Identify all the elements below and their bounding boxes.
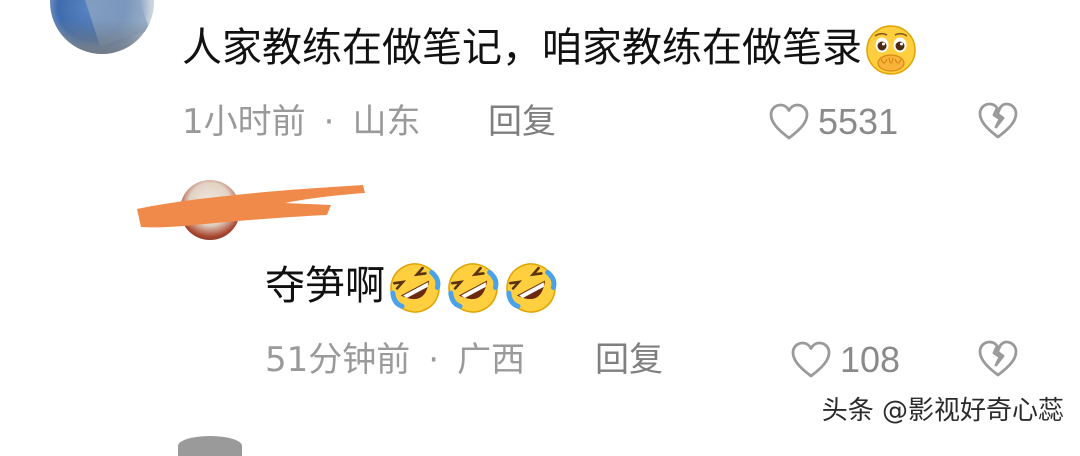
commenter-avatar[interactable] bbox=[50, 0, 154, 54]
comment-like-button[interactable]: 5531 bbox=[768, 100, 898, 144]
reply-text: 夺笋啊 bbox=[265, 258, 559, 316]
avatar-shadow bbox=[50, 20, 154, 54]
comment-meta: 1小时前 · 山东 bbox=[182, 100, 420, 144]
comment-like-count: 5531 bbox=[818, 101, 899, 142]
comment-text: 人家教练在做笔记，咱家教练在做笔录 bbox=[182, 22, 918, 77]
broken-heart-icon[interactable] bbox=[976, 338, 1020, 380]
watermark: 头条 @影视好奇心蕊 bbox=[821, 396, 1064, 426]
broken-heart-icon[interactable] bbox=[976, 100, 1020, 142]
reply-location: 广西 bbox=[457, 340, 526, 380]
heart-outline-icon bbox=[790, 340, 832, 380]
rolling-laughing-emoji bbox=[390, 263, 441, 313]
meta-separator: · bbox=[428, 340, 440, 380]
next-commenter-avatar[interactable] bbox=[178, 436, 242, 456]
username-redaction bbox=[137, 185, 365, 228]
rolling-laughing-emoji bbox=[448, 263, 499, 313]
comment-time: 1小时前 bbox=[182, 102, 306, 142]
comment-reply-button[interactable]: 回复 bbox=[488, 100, 556, 144]
reply-like-count: 108 bbox=[840, 339, 901, 380]
reply-like-button[interactable]: 108 bbox=[790, 338, 900, 382]
comment-body: 人家教练在做笔记，咱家教练在做笔录 bbox=[182, 25, 862, 71]
reply-reply-button[interactable]: 回复 bbox=[595, 338, 663, 382]
heart-outline-icon bbox=[768, 102, 810, 142]
reply-body: 夺笋啊 bbox=[265, 263, 385, 309]
comment-location: 山东 bbox=[352, 102, 421, 142]
meta-separator: · bbox=[323, 102, 335, 142]
reply-meta: 51分钟前 · 广西 bbox=[265, 338, 525, 382]
reply-time: 51分钟前 bbox=[265, 340, 411, 380]
rolling-laughing-emoji bbox=[506, 263, 557, 313]
hands-over-mouth-pleading-emoji bbox=[866, 25, 916, 75]
